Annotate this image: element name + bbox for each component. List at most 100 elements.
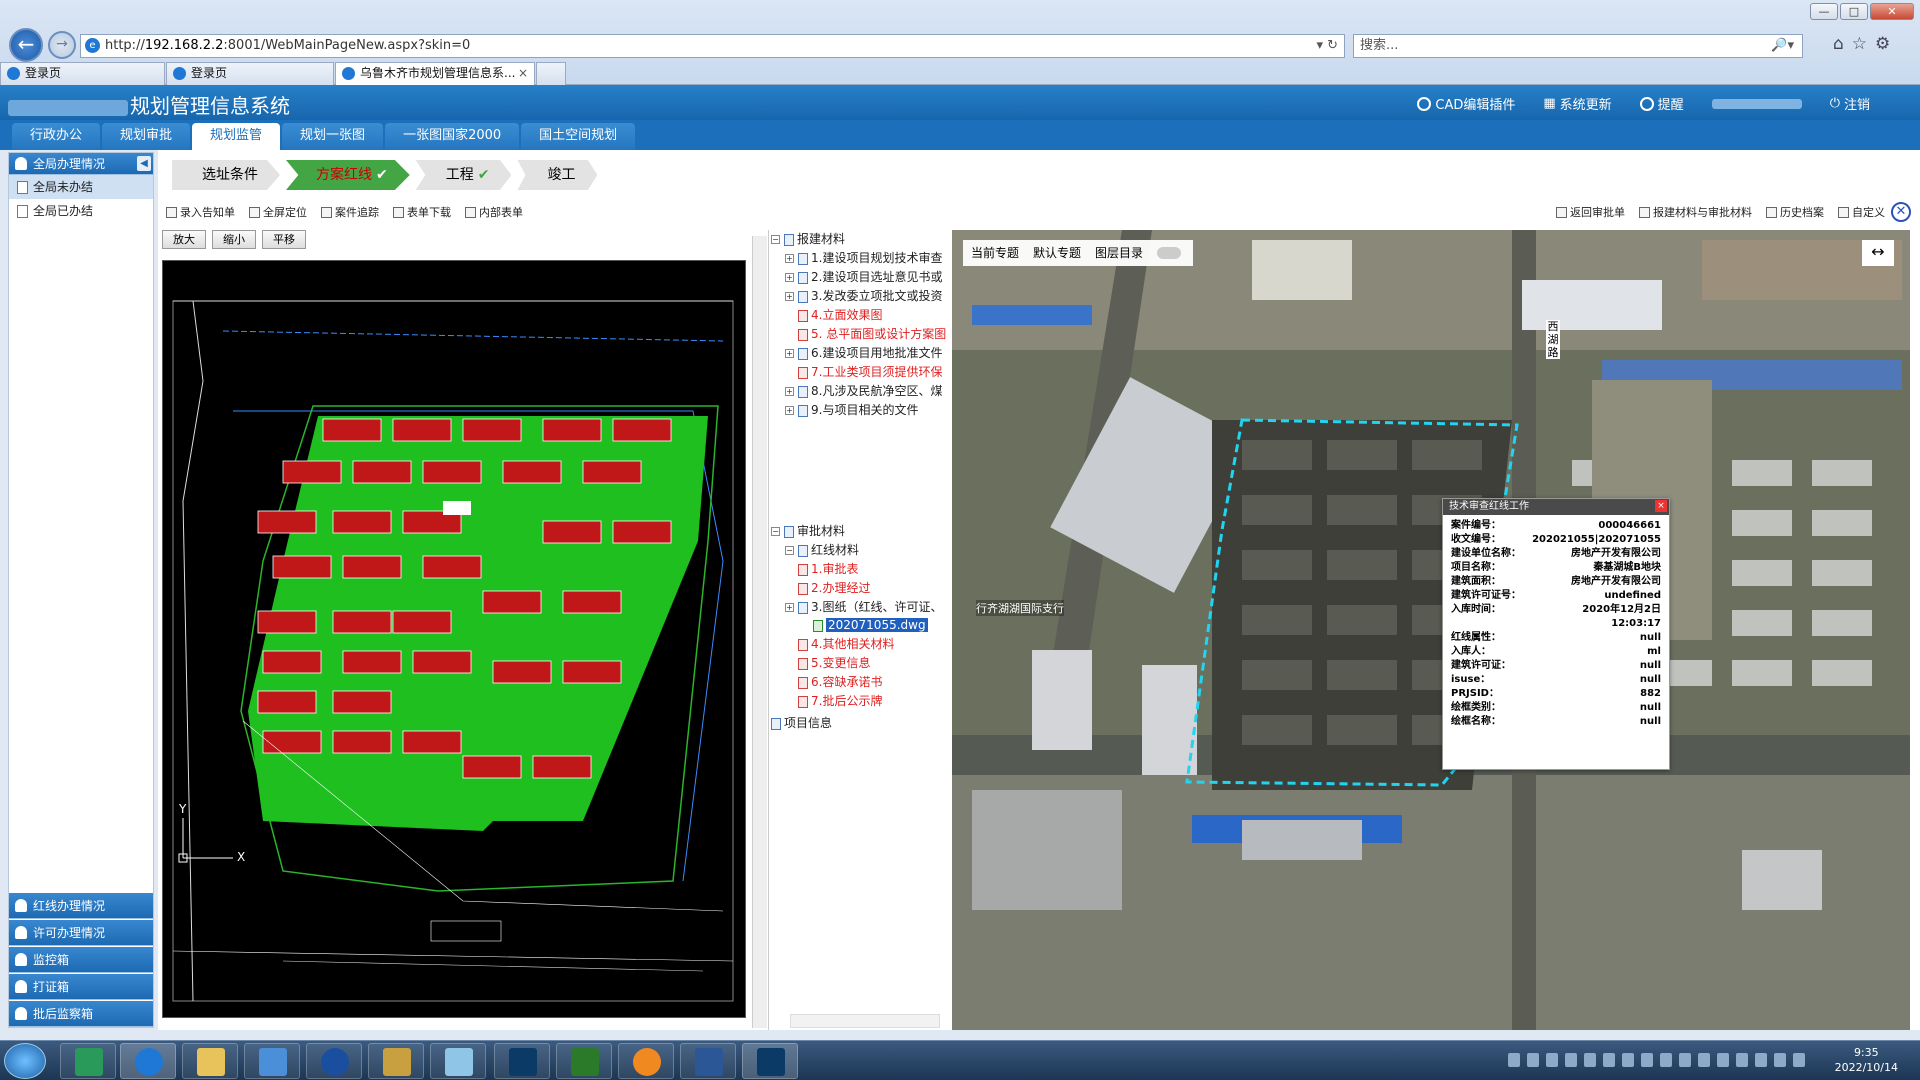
- tree-project-info[interactable]: 项目信息: [771, 714, 832, 732]
- tree-item[interactable]: 5.变更信息: [785, 654, 870, 672]
- search-input[interactable]: 搜索... 🔎▾: [1353, 34, 1803, 58]
- case-trace-button[interactable]: 案件追踪: [321, 204, 379, 220]
- cad-drawing-viewer[interactable]: X Y: [162, 260, 746, 1018]
- satellite-map[interactable]: 行齐湖湖国际支行 西湖路: [952, 230, 1910, 1030]
- expand-icon[interactable]: +: [785, 406, 794, 415]
- sidebar-header-redline[interactable]: 红线办理情况: [9, 893, 153, 919]
- minimize-button[interactable]: —: [1810, 3, 1838, 20]
- tree-scrollbar[interactable]: [790, 1014, 940, 1028]
- map-expand-icon[interactable]: ↔: [1862, 240, 1894, 266]
- taskbar-app-5[interactable]: [306, 1043, 362, 1079]
- history-archive-button[interactable]: 历史档案: [1766, 204, 1824, 220]
- close-tab-icon[interactable]: ×: [518, 63, 528, 84]
- popup-close-icon[interactable]: ×: [1655, 500, 1667, 512]
- tray-icon[interactable]: [1508, 1053, 1520, 1067]
- taskbar-app-1[interactable]: [60, 1043, 116, 1079]
- tree-item[interactable]: +3.发改委立项批文或投资: [785, 287, 942, 305]
- layer-toggle[interactable]: [1157, 247, 1182, 259]
- tree-item[interactable]: 1.审批表: [785, 560, 858, 578]
- sidebar-header-print[interactable]: 打证箱: [9, 974, 153, 1000]
- tray-icon[interactable]: [1641, 1053, 1653, 1067]
- cad-plugin-button[interactable]: CAD编辑插件: [1417, 94, 1515, 113]
- step-completion[interactable]: 竣工: [517, 160, 598, 190]
- tree-item[interactable]: +9.与项目相关的文件: [785, 401, 918, 419]
- cad-scrollbar[interactable]: [752, 236, 767, 1028]
- system-update-button[interactable]: ▦ 系统更新: [1543, 94, 1611, 113]
- tray-icon[interactable]: [1546, 1053, 1558, 1067]
- taskbar-photoshop-2[interactable]: [742, 1043, 798, 1079]
- browser-tab-2[interactable]: 登录页: [166, 62, 334, 85]
- tab-guojia2000[interactable]: 一张图国家2000: [385, 123, 520, 150]
- tab-guihua-shenpi[interactable]: 规划审批: [102, 123, 191, 150]
- tab-guihua-jianguan[interactable]: 规划监管: [192, 123, 281, 150]
- fullscreen-locate-button[interactable]: 全屏定位: [249, 204, 307, 220]
- taskbar-app-7[interactable]: [430, 1043, 486, 1079]
- expand-icon[interactable]: +: [785, 273, 794, 282]
- tray-icon[interactable]: [1527, 1053, 1539, 1067]
- maximize-button[interactable]: □: [1840, 3, 1868, 20]
- tray-icon[interactable]: [1622, 1053, 1634, 1067]
- taskbar-ie[interactable]: [120, 1043, 176, 1079]
- taskbar-word[interactable]: [680, 1043, 736, 1079]
- browser-tab-3[interactable]: 乌鲁木齐市规划管理信息系... ×: [335, 62, 535, 85]
- collapse-icon[interactable]: −: [771, 527, 780, 536]
- taskbar-media[interactable]: [618, 1043, 674, 1079]
- tray-icon[interactable]: [1565, 1053, 1577, 1067]
- expand-icon[interactable]: +: [785, 387, 794, 396]
- remind-button[interactable]: 提醒: [1639, 94, 1684, 113]
- taskbar-photoshop-1[interactable]: [494, 1043, 550, 1079]
- taskbar-app-6[interactable]: [368, 1043, 424, 1079]
- taskbar-clock[interactable]: 9:35 2022/10/14: [1835, 1045, 1898, 1075]
- sidebar-item-finished[interactable]: 全局已办结: [9, 199, 153, 223]
- expand-icon[interactable]: +: [785, 254, 794, 263]
- tab-guotu-kongjian[interactable]: 国土空间规划: [521, 123, 636, 150]
- tree-item[interactable]: +3.图纸（红线、许可证、: [785, 598, 942, 616]
- tree-item[interactable]: +8.凡涉及民航净空区、煤: [785, 382, 942, 400]
- sidebar-header-global[interactable]: 全局办理情况 ◀: [9, 153, 153, 175]
- zoom-out-button[interactable]: 缩小: [212, 230, 256, 249]
- tree-item[interactable]: 5. 总平面图或设计方案图: [785, 325, 946, 343]
- tree-item[interactable]: 2.办理经过: [785, 579, 870, 597]
- new-tab-button[interactable]: [536, 62, 566, 85]
- tray-icon[interactable]: [1755, 1053, 1767, 1067]
- step-redline[interactable]: 方案红线 ✔: [286, 160, 410, 190]
- customize-button[interactable]: 自定义: [1838, 204, 1885, 220]
- sidebar-header-monitor[interactable]: 监控箱: [9, 947, 153, 973]
- tray-icon[interactable]: [1603, 1053, 1615, 1067]
- taskbar-app-4[interactable]: [244, 1043, 300, 1079]
- tray-icon[interactable]: [1774, 1053, 1786, 1067]
- sidebar-item-unfinished[interactable]: 全局未办结: [9, 175, 153, 199]
- pan-button[interactable]: 平移: [262, 230, 306, 249]
- tree-item[interactable]: +1.建设项目规划技术审查: [785, 249, 942, 267]
- tree-item[interactable]: 7.批后公示牌: [785, 692, 882, 710]
- home-icon[interactable]: ⌂: [1833, 34, 1844, 54]
- tree-root-baojian[interactable]: − 报建材料: [771, 230, 845, 248]
- address-bar[interactable]: e http://192.168.2.2:8001/WebMainPageNew…: [80, 34, 1345, 58]
- expand-icon[interactable]: +: [785, 349, 794, 358]
- sidebar-header-inspect[interactable]: 批后监察箱: [9, 1001, 153, 1027]
- settings-gear-icon[interactable]: ⚙: [1875, 34, 1890, 54]
- back-button[interactable]: ←: [9, 28, 43, 62]
- expand-icon[interactable]: +: [785, 292, 794, 301]
- return-approval-button[interactable]: 返回审批单: [1556, 204, 1625, 220]
- tree-item[interactable]: +6.建设项目用地批准文件: [785, 344, 942, 362]
- form-download-button[interactable]: 表单下载: [393, 204, 451, 220]
- sidebar-header-permit[interactable]: 许可办理情况: [9, 920, 153, 946]
- search-icon[interactable]: 🔎▾: [1771, 35, 1794, 57]
- tree-item[interactable]: 7.工业类项目须提供环保: [785, 363, 942, 381]
- forward-button[interactable]: →: [48, 31, 76, 59]
- taskbar-explorer[interactable]: [182, 1043, 238, 1079]
- tray-icon[interactable]: [1736, 1053, 1748, 1067]
- tree-item[interactable]: 4.其他相关材料: [785, 635, 894, 653]
- tray-icon[interactable]: [1660, 1053, 1672, 1067]
- tab-yizhangtu[interactable]: 规划一张图: [282, 123, 384, 150]
- collapse-icon[interactable]: −: [785, 546, 794, 555]
- tab-xingzheng[interactable]: 行政办公: [12, 123, 101, 150]
- browser-tab-1[interactable]: 登录页: [0, 62, 165, 85]
- refresh-icon[interactable]: ▾ ↻: [1316, 35, 1338, 57]
- close-window-button[interactable]: ✕: [1870, 3, 1914, 20]
- tray-icon[interactable]: [1584, 1053, 1596, 1067]
- collapse-icon[interactable]: ◀: [137, 156, 151, 171]
- close-panel-icon[interactable]: ✕: [1891, 202, 1911, 222]
- tray-icon[interactable]: [1793, 1053, 1805, 1067]
